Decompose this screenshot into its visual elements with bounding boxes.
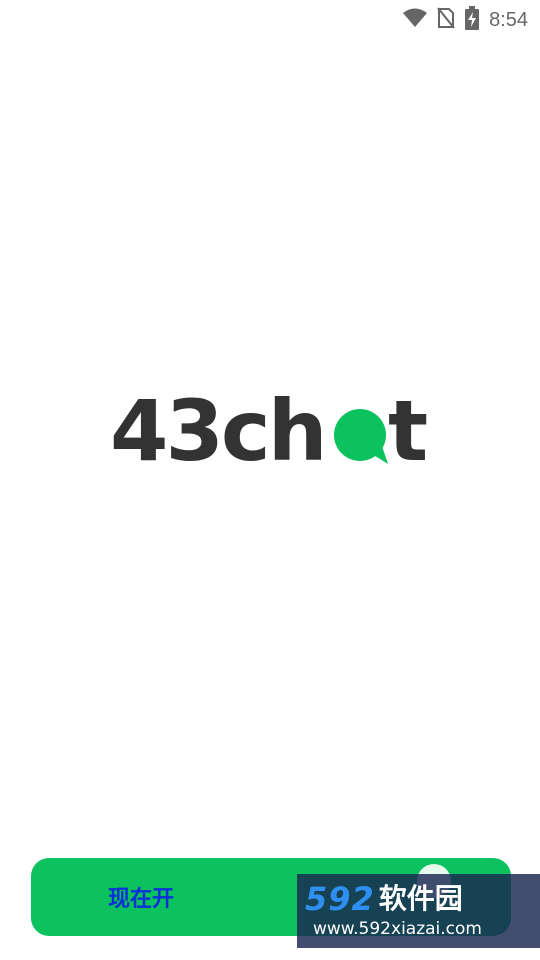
watermark-brand: 592 软件园 xyxy=(305,883,540,915)
watermark-number: 592 xyxy=(305,880,375,918)
watermark-text: 软件园 xyxy=(378,882,463,915)
no-sim-icon xyxy=(437,7,455,34)
status-icons: 8:54 xyxy=(403,6,528,35)
status-bar: 8:54 xyxy=(0,0,540,36)
watermark-url: www.592xiazai.com xyxy=(313,919,482,939)
watermark-banner: 592 软件园 www.592xiazai.com xyxy=(297,874,540,948)
wifi-icon xyxy=(403,8,428,33)
logo-text-prefix: 43ch xyxy=(110,386,325,480)
status-time: 8:54 xyxy=(489,9,528,31)
chat-bubble-icon xyxy=(334,409,388,464)
start-button-label: 现在开 xyxy=(107,887,174,912)
battery-charging-icon xyxy=(465,6,480,35)
logo-text-suffix: t xyxy=(388,386,428,480)
app-logo: 43ch t xyxy=(110,382,430,486)
